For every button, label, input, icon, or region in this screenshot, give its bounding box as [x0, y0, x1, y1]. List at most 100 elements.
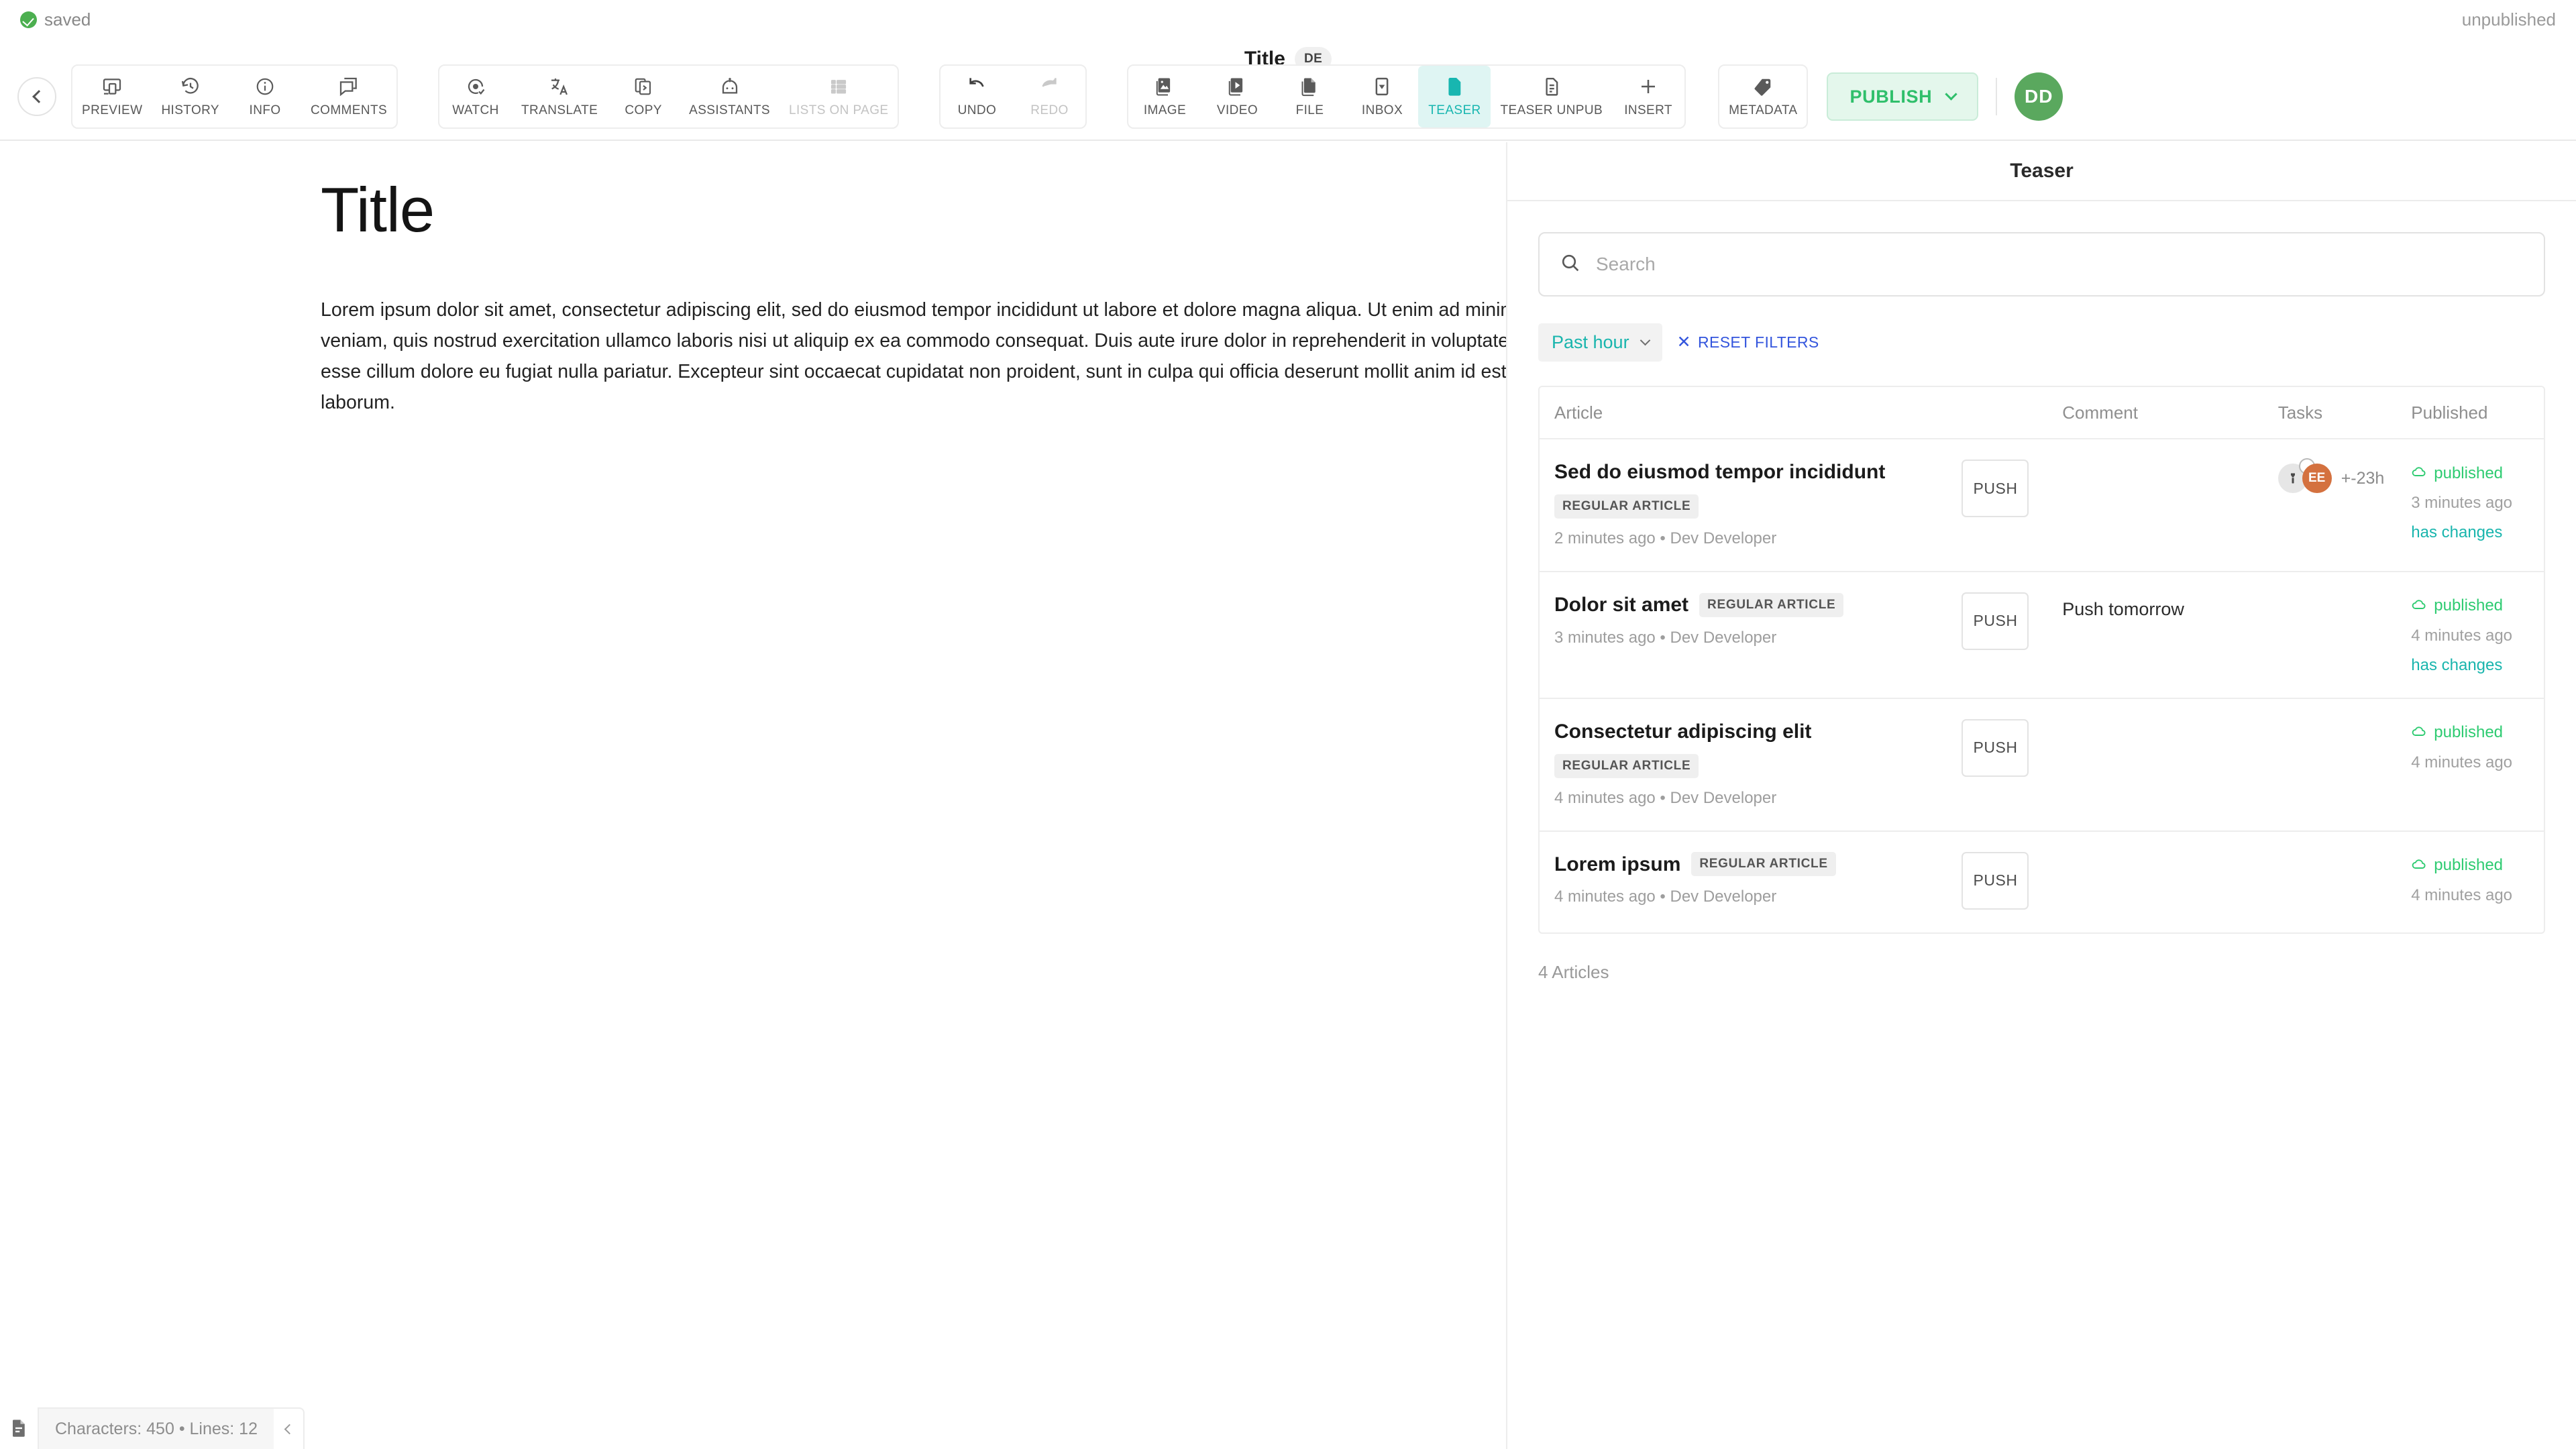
- history-icon: [180, 75, 201, 98]
- cloud-icon: [2411, 464, 2427, 483]
- toolbar-label: TEASER UNPUB: [1500, 103, 1603, 117]
- video-icon: [1227, 75, 1247, 98]
- publish-button[interactable]: PUBLISH: [1827, 72, 1979, 121]
- lists-icon: [829, 75, 848, 98]
- toolbar-button-teaser-unpub[interactable]: TEASER UNPUB: [1491, 66, 1612, 127]
- teaser-panel-header: Teaser: [1507, 142, 2576, 201]
- teaser-articles-table: Article Comment Tasks Published Sed do e…: [1538, 386, 2545, 934]
- article-meta: 4 minutes ago • Dev Developer: [1554, 788, 1777, 807]
- toolbar-button-redo[interactable]: REDO: [1013, 66, 1085, 127]
- toolbar-button-comments[interactable]: COMMENTS: [301, 66, 396, 127]
- chevron-left-icon: [284, 1424, 295, 1434]
- article-meta: 2 minutes ago • Dev Developer: [1554, 529, 1777, 547]
- toolbar-label: INFO: [249, 103, 281, 117]
- column-header-published: Published: [2411, 402, 2488, 423]
- toolbar-label: COMMENTS: [311, 103, 388, 117]
- toolbar-label: METADATA: [1729, 103, 1798, 117]
- publish-time-label: 4 minutes ago: [2411, 626, 2513, 645]
- status-bar-toggle-button[interactable]: [273, 1407, 305, 1449]
- toolbar-button-watch[interactable]: WATCH: [439, 66, 512, 127]
- document-paragraph[interactable]: Lorem ipsum dolor sit amet, consectetur …: [321, 294, 1506, 419]
- toolbar-divider: [1996, 78, 1998, 115]
- toolbar-button-undo[interactable]: UNDO: [941, 66, 1013, 127]
- publish-time-label: 3 minutes ago: [2411, 494, 2513, 512]
- toolbar-button-teaser[interactable]: TEASER: [1418, 66, 1491, 127]
- toolbar-label: VIDEO: [1216, 103, 1258, 117]
- toolbar-button-translate[interactable]: TRANSLATE: [512, 66, 607, 127]
- toolbar-button-info[interactable]: INFO: [229, 66, 301, 127]
- toolbar-button-history[interactable]: HISTORY: [152, 66, 229, 127]
- publish-state-label: published: [2434, 723, 2504, 742]
- watch-icon: [466, 75, 486, 98]
- article-type-badge: REGULAR ARTICLE: [1691, 852, 1836, 877]
- toolbar-button-image[interactable]: IMAGE: [1128, 66, 1201, 127]
- column-header-tasks: Tasks: [2277, 402, 2323, 423]
- reset-filters-button[interactable]: ✕ RESET FILTERS: [1677, 333, 1819, 352]
- toolbar-button-insert[interactable]: INSERT: [1612, 66, 1684, 127]
- toolbar-label: TRANSLATE: [521, 103, 598, 117]
- toolbar-button-preview[interactable]: PREVIEW: [72, 66, 152, 127]
- table-row[interactable]: Sed do eiusmod tempor incididunt REGULAR…: [1540, 439, 2544, 572]
- article-type-badge: REGULAR ARTICLE: [1554, 753, 1699, 778]
- table-row[interactable]: Lorem ipsum REGULAR ARTICLE 4 minutes ag…: [1540, 832, 2544, 932]
- publish-state-label: published: [2434, 596, 2504, 615]
- toolbar-button-assistants[interactable]: ASSISTANTS: [680, 66, 780, 127]
- toolbar-label: REDO: [1030, 103, 1069, 117]
- file-icon: [1299, 75, 1320, 98]
- push-button[interactable]: PUSH: [1962, 851, 2029, 910]
- article-title[interactable]: Sed do eiusmod tempor incididunt: [1554, 460, 1885, 485]
- article-comment: [2062, 460, 2257, 466]
- task-avatars[interactable]: EE +-23h: [2277, 458, 2400, 493]
- article-title[interactable]: Consectetur adipiscing elit: [1554, 719, 1811, 745]
- cloud-icon: [2411, 723, 2427, 743]
- search-input[interactable]: Search: [1538, 232, 2545, 297]
- task-eta-label: +-23h: [2341, 468, 2385, 488]
- close-x-icon: ✕: [1676, 333, 1691, 352]
- toolbar-button-metadata[interactable]: METADATA: [1719, 66, 1807, 127]
- teaser-filters: Past hour ✕ RESET FILTERS: [1538, 323, 2545, 362]
- task-assignee-avatar: EE: [2302, 464, 2332, 493]
- toolbar-label: LISTS ON PAGE: [789, 103, 889, 117]
- toolbar-button-file[interactable]: FILE: [1273, 66, 1346, 127]
- article-comment: [2062, 719, 2257, 726]
- main-toolbar: Title DE PREVIEW HISTORY INFO COMMENTS W…: [0, 39, 2576, 141]
- toolbar-label: FILE: [1295, 103, 1324, 117]
- toolbar-button-inbox[interactable]: INBOX: [1346, 66, 1418, 127]
- avatar[interactable]: DD: [2015, 72, 2063, 121]
- undo-icon: [966, 75, 987, 98]
- document-editor-area[interactable]: Title Lorem ipsum dolor sit amet, consec…: [0, 142, 1506, 1449]
- avatar-initials: EE: [2308, 471, 2326, 485]
- toolbar-label: ASSISTANTS: [689, 103, 770, 117]
- push-button[interactable]: PUSH: [1962, 592, 2029, 650]
- toolbar-button-video[interactable]: VIDEO: [1201, 66, 1273, 127]
- saved-label: saved: [44, 9, 91, 30]
- inbox-icon: [1372, 75, 1392, 98]
- copy-icon: [633, 75, 653, 98]
- editor-stats-label: Characters: 450 • Lines: 12: [38, 1407, 274, 1449]
- document-heading[interactable]: Title: [321, 176, 1506, 244]
- article-type-badge: REGULAR ARTICLE: [1699, 592, 1844, 617]
- publish-time-label: 4 minutes ago: [2411, 885, 2513, 904]
- article-comment: Push tomorrow: [2062, 598, 2184, 619]
- toolbar-label: WATCH: [452, 103, 499, 117]
- reset-filters-label: RESET FILTERS: [1697, 333, 1819, 351]
- toolbar-button-lists-on-page[interactable]: LISTS ON PAGE: [780, 66, 898, 127]
- assistants-robot-icon: [719, 75, 741, 98]
- toolbar-button-copy[interactable]: COPY: [607, 66, 680, 127]
- time-filter-dropdown[interactable]: Past hour: [1538, 323, 1662, 362]
- has-changes-link[interactable]: has changes: [2411, 523, 2537, 542]
- table-row[interactable]: Dolor sit amet REGULAR ARTICLE 3 minutes…: [1540, 572, 2544, 699]
- article-title[interactable]: Dolor sit amet: [1554, 592, 1688, 618]
- push-button[interactable]: PUSH: [1962, 718, 2029, 777]
- column-header-article: Article: [1554, 402, 1603, 423]
- toolbar-group-document-tools: PREVIEW HISTORY INFO COMMENTS: [71, 64, 398, 129]
- collapse-sidebar-button[interactable]: [17, 77, 56, 116]
- check-circle-icon: [20, 11, 37, 28]
- article-title[interactable]: Lorem ipsum: [1554, 852, 1680, 877]
- push-button[interactable]: PUSH: [1962, 460, 2029, 517]
- has-changes-link[interactable]: has changes: [2411, 656, 2537, 675]
- toolbar-label: IMAGE: [1143, 103, 1187, 117]
- table-row[interactable]: Consectetur adipiscing elit REGULAR ARTI…: [1540, 699, 2544, 832]
- toolbar-label: INBOX: [1361, 103, 1403, 117]
- image-icon: [1155, 75, 1175, 98]
